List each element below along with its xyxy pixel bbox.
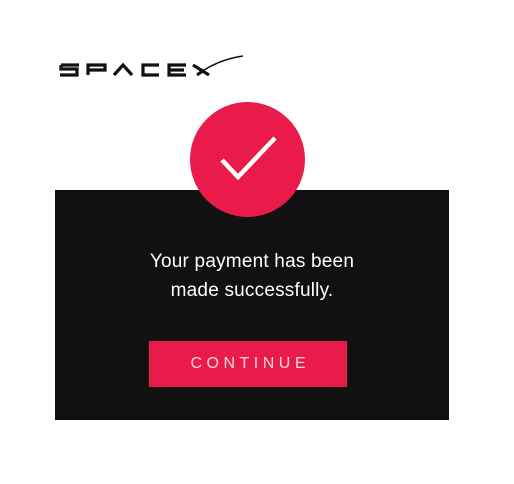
success-message-line-1: Your payment has been xyxy=(149,251,355,272)
success-badge xyxy=(190,102,305,217)
checkmark-icon xyxy=(220,136,277,181)
success-message-line-2: made successfully. xyxy=(170,280,334,301)
continue-button[interactable]: CONTINUE xyxy=(149,341,347,387)
success-message: Your payment has been made successfully. xyxy=(55,247,449,305)
spacex-logo xyxy=(59,54,245,82)
payment-success-card: Your payment has been made successfully.… xyxy=(55,190,449,420)
spacex-wordmark-icon xyxy=(59,55,244,77)
